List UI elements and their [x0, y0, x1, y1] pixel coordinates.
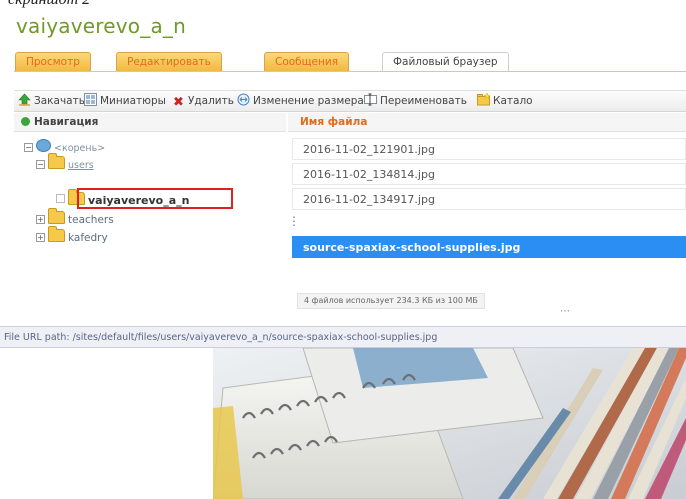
file-name-column[interactable]: Имя файла — [300, 113, 367, 131]
file-list-header[interactable]: Имя файла — [288, 113, 686, 132]
folder-new-icon — [477, 93, 490, 106]
file-preview-image — [213, 348, 686, 499]
upload-label: Закачать — [34, 95, 85, 107]
file-row[interactable]: 2016-11-02_134814.jpg — [292, 163, 686, 185]
tree-item-users[interactable]: − users — [36, 153, 94, 172]
navigation-title: Навигация — [34, 116, 99, 128]
resize-label: Изменение размера — [253, 95, 364, 107]
folder-icon — [48, 226, 65, 242]
expand-toggle-icon[interactable]: + — [36, 215, 45, 224]
navigation-dot-icon — [21, 117, 30, 126]
tree-label-kafedry: kafedry — [68, 232, 108, 244]
delete-label: Удалить — [188, 95, 234, 107]
file-row[interactable]: 2016-11-02_121901.jpg — [292, 138, 686, 160]
delete-icon: ✖ — [173, 95, 184, 110]
file-row-selected[interactable]: source-spaxiax-school-supplies.jpg — [292, 236, 686, 258]
collapse-toggle-icon[interactable]: − — [24, 143, 33, 152]
tab-edit[interactable]: Редактировать — [116, 52, 222, 72]
tree-label-root: <корень> — [54, 143, 106, 154]
drive-icon — [36, 139, 51, 152]
file-row[interactable]: 2016-11-02_134917.jpg — [292, 188, 686, 210]
highlight-frame — [77, 188, 233, 209]
tree-label-teachers: teachers — [68, 214, 114, 226]
tree-item-kafedry[interactable]: + kafedry — [36, 226, 108, 245]
expand-toggle-icon[interactable] — [56, 194, 65, 203]
tabs-divider — [14, 71, 686, 72]
resize-button[interactable]: Изменение размера — [237, 93, 364, 109]
tab-file-browser[interactable]: Файловый браузер — [382, 52, 509, 72]
school-supplies-image — [213, 348, 686, 499]
thumbnails-icon — [84, 93, 97, 106]
tab-messages[interactable]: Сообщения — [264, 52, 350, 72]
thumbnails-label: Миниатюры — [100, 95, 166, 107]
folder-icon — [48, 153, 65, 169]
tree-item-teachers[interactable]: + teachers — [36, 208, 114, 227]
tree-label-users: users — [68, 160, 94, 171]
file-url-path: File URL path: /sites/default/files/user… — [0, 326, 686, 348]
catalog-label: Катало — [493, 95, 533, 107]
storage-usage: 4 файлов использует 234.3 КБ из 100 МБ — [297, 293, 485, 309]
file-toolbar: Закачать Миниатюры ✖ Удалить Изменение ра… — [14, 90, 686, 112]
folder-icon — [48, 208, 65, 224]
catalog-button[interactable]: Катало — [477, 93, 533, 109]
page-caption: скриншот 2 — [8, 0, 90, 9]
expand-toggle-icon[interactable]: + — [36, 233, 45, 242]
thumbnails-button[interactable]: Миниатюры — [84, 93, 166, 109]
upload-icon — [18, 93, 31, 106]
site-title: vaiyaverevo_a_n — [16, 14, 186, 38]
navigation-header: Навигация — [14, 113, 286, 132]
upload-button[interactable]: Закачать — [18, 93, 85, 109]
rename-button[interactable]: Переименовать — [364, 93, 467, 109]
rename-label: Переименовать — [380, 95, 467, 107]
resize-icon — [237, 93, 250, 106]
resize-grip-icon[interactable]: ⋯ — [560, 306, 571, 317]
delete-button[interactable]: ✖ Удалить — [172, 93, 234, 109]
panel-splitter[interactable]: ⋮ — [288, 214, 300, 228]
tab-view[interactable]: Просмотр — [15, 52, 91, 72]
collapse-toggle-icon[interactable]: − — [36, 160, 45, 169]
tree-item-root[interactable]: − <корень> — [24, 139, 105, 155]
rename-icon — [364, 93, 377, 106]
